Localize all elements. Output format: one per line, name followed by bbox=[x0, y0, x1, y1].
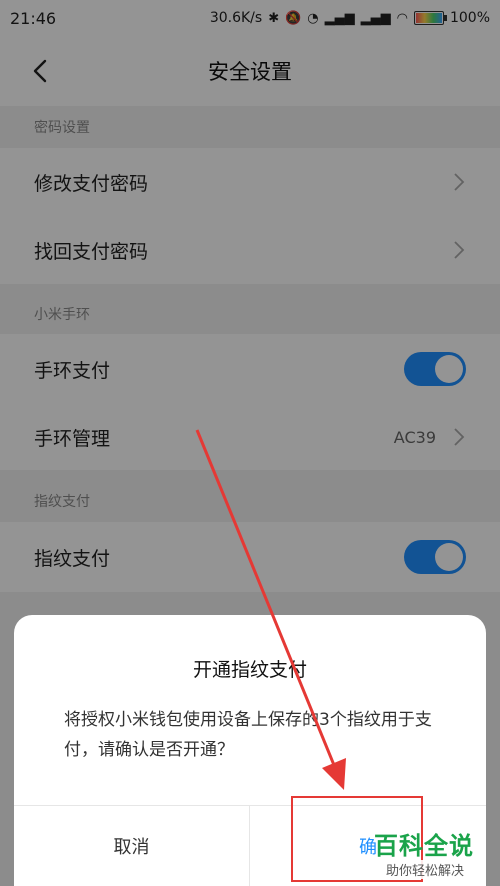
cancel-button[interactable]: 取消 bbox=[14, 806, 250, 886]
dialog-title: 开通指纹支付 bbox=[192, 659, 307, 681]
watermark-sub-text: 助你轻松解决 bbox=[382, 860, 469, 879]
dialog-message: 将授权小米钱包使用设备上保存的3个指纹用于支付，请确认是否开通？ bbox=[64, 710, 432, 760]
watermark-logo: 百科全说 助你轻松解决 bbox=[366, 826, 496, 882]
watermark-main-text: 百科全说 bbox=[374, 832, 474, 860]
